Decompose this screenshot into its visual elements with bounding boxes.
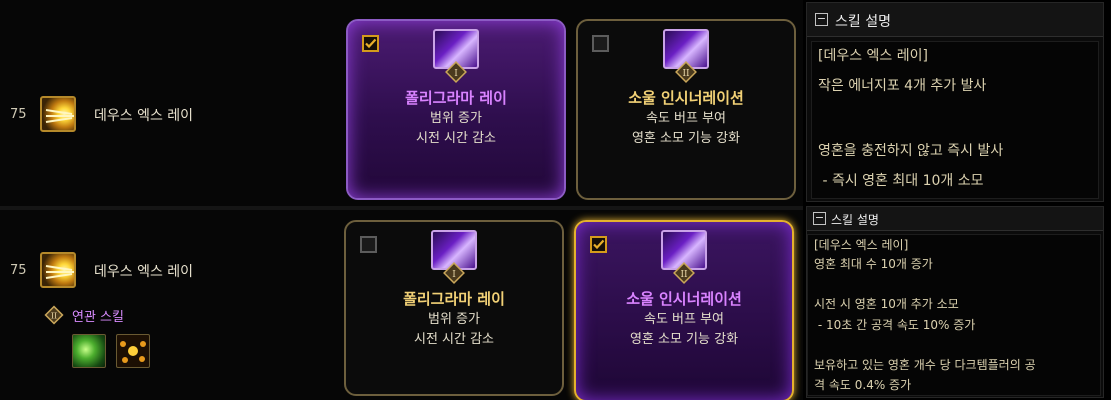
option-desc-line-1: 속도 버프 부여 [643,312,725,327]
description-body: [데우스 엑스 레이] 작은 에너지포 4개 추가 발사 영혼을 충전하지 않고… [811,41,1099,199]
option-title: 폴리그라마 레이 [403,290,505,308]
description-line: [데우스 엑스 레이] [814,238,909,252]
tier-1-badge-icon: I [445,61,467,83]
option-desc-line-1: 범위 증가 [428,312,480,327]
svg-text:II: II [682,69,690,79]
checkmark-icon [365,38,377,49]
description-title: 스킬 설명 [835,14,891,30]
description-line: - 즉시 영혼 최대 10개 소모 [818,173,984,189]
option-checkbox[interactable] [590,236,607,253]
tier-1-badge-icon: I [443,262,465,284]
skill-description-panel: − 스킬 설명 [데우스 엑스 레이] 영혼 최대 수 10개 증가 시전 시 … [806,206,1104,398]
option-checkbox[interactable] [360,236,377,253]
green-claw-skill-icon[interactable] [72,334,106,368]
tripod-option-soul-incineration[interactable]: II 소울 인시너레이션 속도 버프 부여 영혼 소모 기능 강화 [576,19,796,200]
description-title: 스킬 설명 [831,213,879,227]
option-desc-line-1: 범위 증가 [430,111,482,126]
option-checkbox[interactable] [362,35,379,52]
skill-description-panel: − 스킬 설명 [데우스 엑스 레이] 작은 에너지포 4개 추가 발사 영혼을… [806,2,1104,202]
collapse-icon[interactable]: − [815,13,828,26]
option-title: 소울 인시너레이션 [628,89,744,107]
option-title: 폴리그라마 레이 [405,89,507,107]
tier-2-badge-icon: II [675,61,697,83]
description-line: 작은 에너지포 4개 추가 발사 [818,78,987,94]
svg-text:I: I [452,270,456,280]
tier-2-badge-icon: II [44,305,64,325]
svg-text:I: I [454,69,458,79]
description-line: 격 속도 0.4% 증가 [814,378,912,392]
description-line: [데우스 엑스 레이] [818,48,928,64]
description-line: 영혼 최대 수 10개 증가 [814,257,933,271]
skill-level: 75 [10,263,27,278]
skill-name: 데우스 엑스 레이 [94,264,194,280]
description-line: 시전 시 영혼 10개 추가 소모 [814,297,959,311]
description-body: [데우스 엑스 레이] 영혼 최대 수 10개 증가 시전 시 영혼 10개 추… [807,234,1101,396]
collapse-icon[interactable]: − [813,212,826,225]
option-desc-line-1: 속도 버프 부여 [645,111,727,126]
description-line: - 10초 간 공격 속도 10% 증가 [814,318,976,332]
skill-level: 75 [10,107,27,122]
option-title: 소울 인시너레이션 [626,290,742,308]
tripod-row-1: 75 데우스 엑스 레이 I 폴리그라마 레이 범위 증가 시전 시간 감소 I… [0,0,803,206]
tripod-row-2: 75 데우스 엑스 레이 II 연관 스킬 I 폴리그라마 레이 범위 증가 시… [0,210,803,400]
golden-orb-skill-icon[interactable] [116,334,150,368]
description-header: − 스킬 설명 [807,3,1103,37]
description-line: 보유하고 있는 영혼 개수 당 다크템플러의 공 [814,358,1036,372]
description-line: 영혼을 충전하지 않고 즉시 발사 [818,143,1004,159]
svg-text:II: II [51,312,57,321]
tripod-option-soul-incineration[interactable]: II 소울 인시너레이션 속도 버프 부여 영혼 소모 기능 강화 [574,220,794,400]
skill-name: 데우스 엑스 레이 [94,108,194,124]
deus-ex-ray-skill-icon[interactable] [40,252,76,288]
tripod-option-polygrama-ray[interactable]: I 폴리그라마 레이 범위 증가 시전 시간 감소 [344,220,564,396]
option-desc-line-2: 영혼 소모 기능 강화 [631,131,741,146]
deus-ex-ray-skill-icon[interactable] [40,96,76,132]
option-desc-line-2: 시전 시간 감소 [413,332,495,347]
checkmark-icon [593,239,605,250]
related-skills-label: 연관 스킬 [72,310,124,325]
svg-text:II: II [680,270,688,280]
description-header: − 스킬 설명 [807,207,1103,231]
option-desc-line-2: 영혼 소모 기능 강화 [629,332,739,347]
option-desc-line-2: 시전 시간 감소 [415,131,497,146]
option-checkbox[interactable] [592,35,609,52]
tripod-option-polygrama-ray[interactable]: I 폴리그라마 레이 범위 증가 시전 시간 감소 [346,19,566,200]
tier-2-badge-icon: II [673,262,695,284]
